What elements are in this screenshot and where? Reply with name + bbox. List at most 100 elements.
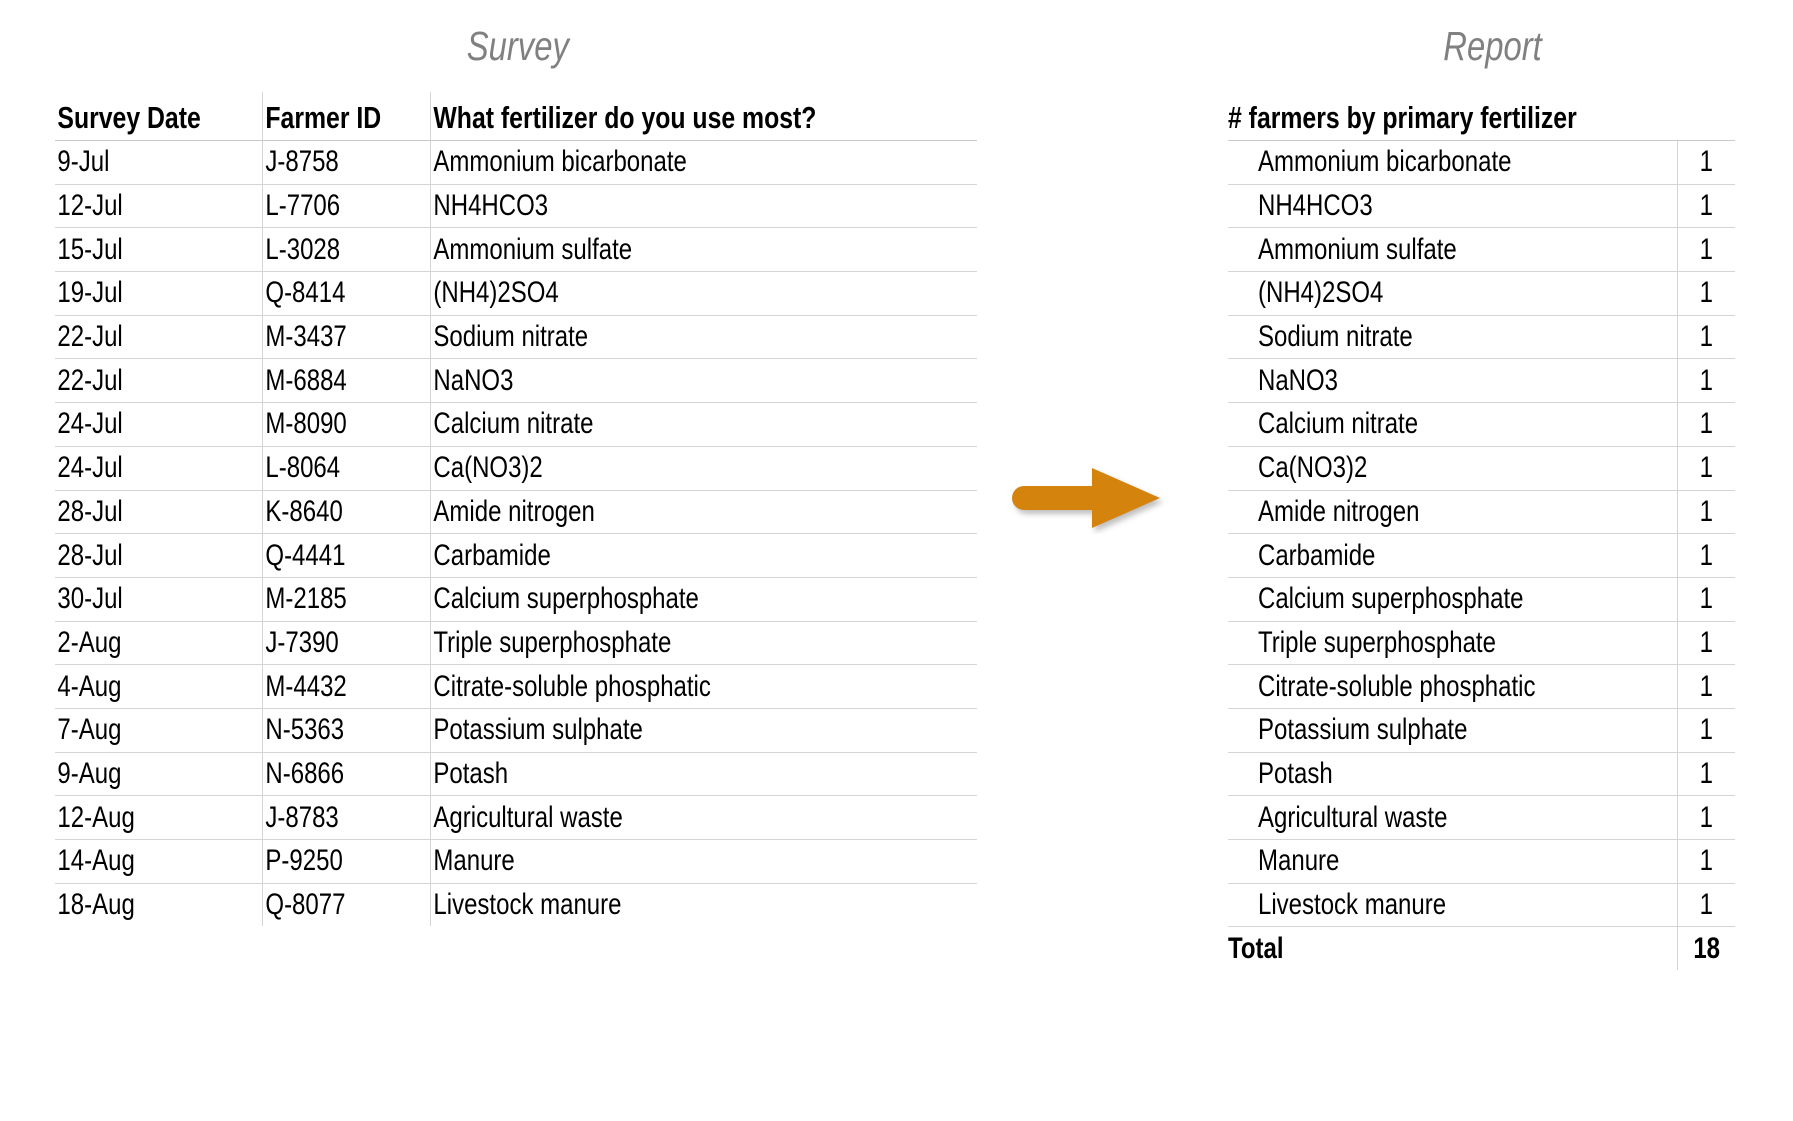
report-cell-count: 1 (1677, 315, 1735, 360)
survey-cell-fertilizer: (NH4)2SO4 (430, 271, 977, 316)
survey-cell-farmer-id: J-8783 (262, 795, 431, 840)
survey-cell-date: 9-Aug (55, 752, 263, 797)
survey-col-header-date-text: Survey Date (57, 100, 201, 135)
report-cell-count: 1 (1677, 490, 1735, 535)
survey-cell-fertilizer: Ammonium sulfate (430, 227, 977, 273)
report-cell-label-text: Triple superphosphate (1258, 625, 1496, 659)
survey-cell-date-text: 7-Aug (57, 713, 122, 747)
survey-table-row: 4-Aug M-4432 Citrate-soluble phosphatic (55, 664, 977, 709)
survey-cell-fertilizer-text: Citrate-soluble phosphatic (432, 669, 711, 703)
survey-table-row: 24-Jul L-8064 Ca(NO3)2 (55, 446, 977, 491)
report-table-row: Livestock manure 1 (1228, 883, 1735, 928)
survey-cell-date: 18-Aug (55, 883, 263, 927)
report-total-count-text: 18 (1692, 931, 1720, 965)
report-cell-label-text: Livestock manure (1258, 888, 1447, 922)
survey-cell-farmer-id-text: K-8640 (264, 494, 343, 528)
survey-cell-date: 2-Aug (55, 621, 263, 666)
report-cell-label-text: Calcium superphosphate (1258, 582, 1524, 616)
report-cell-count-text: 1 (1699, 145, 1713, 179)
survey-header-row: Survey Date Farmer ID What fertilizer do… (55, 92, 977, 141)
survey-cell-fertilizer: Potassium sulphate (430, 708, 977, 753)
survey-cell-date: 7-Aug (55, 708, 263, 753)
survey-cell-fertilizer-text: NaNO3 (432, 363, 513, 397)
survey-panel-title: Survey (318, 22, 718, 70)
report-cell-label: Carbamide (1228, 533, 1678, 578)
survey-cell-fertilizer-text: Carbamide (432, 538, 551, 572)
report-table: # farmers by primary fertilizer Ammonium… (1228, 92, 1735, 971)
flow-arrow-icon (1008, 462, 1168, 534)
report-cell-count-text: 1 (1699, 451, 1713, 485)
survey-cell-fertilizer: Carbamide (430, 533, 977, 578)
survey-cell-date: 12-Aug (55, 795, 263, 840)
survey-cell-farmer-id: P-9250 (262, 839, 431, 884)
report-col-header-text: # farmers by primary fertilizer (1228, 100, 1577, 135)
survey-cell-farmer-id-text: Q-4441 (264, 538, 345, 572)
survey-cell-fertilizer: Agricultural waste (430, 795, 977, 840)
report-cell-count-text: 1 (1699, 320, 1713, 354)
report-table-row: Ammonium sulfate 1 (1228, 227, 1735, 273)
report-cell-count: 1 (1677, 358, 1735, 404)
report-table-row: Agricultural waste 1 (1228, 795, 1735, 840)
survey-cell-fertilizer: NH4HCO3 (430, 184, 977, 229)
survey-table-row: 22-Jul M-3437 Sodium nitrate (55, 315, 977, 360)
report-cell-label: Manure (1228, 839, 1678, 884)
report-total-label-text: Total (1228, 931, 1284, 965)
survey-cell-date-text: 15-Jul (57, 232, 123, 266)
survey-cell-farmer-id-text: Q-8414 (264, 276, 345, 310)
survey-cell-farmer-id: Q-8077 (262, 883, 431, 927)
survey-cell-date-text: 24-Jul (57, 451, 123, 485)
survey-cell-farmer-id: L-7706 (262, 184, 431, 229)
survey-cell-farmer-id-text: J-8783 (264, 800, 339, 834)
survey-cell-fertilizer-text: Triple superphosphate (432, 625, 671, 659)
survey-cell-date-text: 12-Jul (57, 189, 123, 223)
survey-cell-farmer-id-text: J-8758 (264, 145, 339, 179)
report-cell-count-text: 1 (1699, 713, 1713, 747)
survey-col-header-date: Survey Date (55, 92, 263, 141)
survey-cell-farmer-id: Q-8414 (262, 271, 431, 316)
survey-cell-fertilizer-text: Ammonium sulfate (432, 232, 632, 266)
survey-cell-farmer-id: N-6866 (262, 752, 431, 797)
report-cell-count: 1 (1677, 839, 1735, 884)
survey-table: Survey Date Farmer ID What fertilizer do… (55, 92, 977, 927)
survey-cell-farmer-id: M-3437 (262, 315, 431, 360)
report-cell-count-text: 1 (1699, 844, 1713, 878)
survey-cell-farmer-id-text: M-4432 (264, 669, 347, 703)
report-cell-label: Calcium nitrate (1228, 402, 1678, 447)
survey-cell-date-text: 22-Jul (57, 363, 123, 397)
report-cell-count: 1 (1677, 577, 1735, 622)
report-cell-label: Potassium sulphate (1228, 708, 1678, 753)
survey-cell-fertilizer-text: Calcium nitrate (432, 407, 593, 441)
survey-cell-date: 14-Aug (55, 839, 263, 884)
report-title-text: Report (1443, 23, 1543, 69)
survey-cell-date: 24-Jul (55, 402, 263, 447)
survey-cell-farmer-id: M-8090 (262, 402, 431, 447)
survey-cell-date: 30-Jul (55, 577, 263, 622)
report-cell-count-text: 1 (1699, 625, 1713, 659)
survey-cell-fertilizer-text: Ca(NO3)2 (432, 451, 543, 485)
report-cell-count-text: 1 (1699, 407, 1713, 441)
report-cell-label-text: Ammonium bicarbonate (1258, 145, 1512, 179)
report-cell-label-text: Ammonium sulfate (1258, 232, 1457, 266)
survey-cell-date: 19-Jul (55, 271, 263, 316)
report-table-row: Calcium nitrate 1 (1228, 402, 1735, 447)
survey-cell-date-text: 19-Jul (57, 276, 123, 310)
report-cell-label: NaNO3 (1228, 358, 1678, 404)
report-cell-label: Potash (1228, 752, 1678, 797)
survey-cell-fertilizer-text: Livestock manure (432, 888, 621, 922)
survey-table-row: 2-Aug J-7390 Triple superphosphate (55, 621, 977, 666)
report-header-row: # farmers by primary fertilizer (1228, 92, 1735, 141)
survey-cell-fertilizer-text: Potash (432, 756, 508, 790)
report-cell-label-text: Ca(NO3)2 (1258, 451, 1368, 485)
survey-cell-farmer-id: L-3028 (262, 227, 431, 273)
survey-table-row: 12-Aug J-8783 Agricultural waste (55, 795, 977, 840)
survey-table-row: 22-Jul M-6884 NaNO3 (55, 358, 977, 404)
survey-cell-date-text: 4-Aug (57, 669, 122, 703)
survey-col-header-fertilizer: What fertilizer do you use most? (430, 92, 977, 141)
report-table-row: NaNO3 1 (1228, 358, 1735, 404)
survey-cell-fertilizer: Calcium superphosphate (430, 577, 977, 622)
report-cell-count: 1 (1677, 533, 1735, 578)
report-cell-label-text: Potassium sulphate (1258, 713, 1468, 747)
survey-cell-farmer-id: M-2185 (262, 577, 431, 622)
survey-cell-date: 4-Aug (55, 664, 263, 709)
report-cell-label: Sodium nitrate (1228, 315, 1678, 360)
